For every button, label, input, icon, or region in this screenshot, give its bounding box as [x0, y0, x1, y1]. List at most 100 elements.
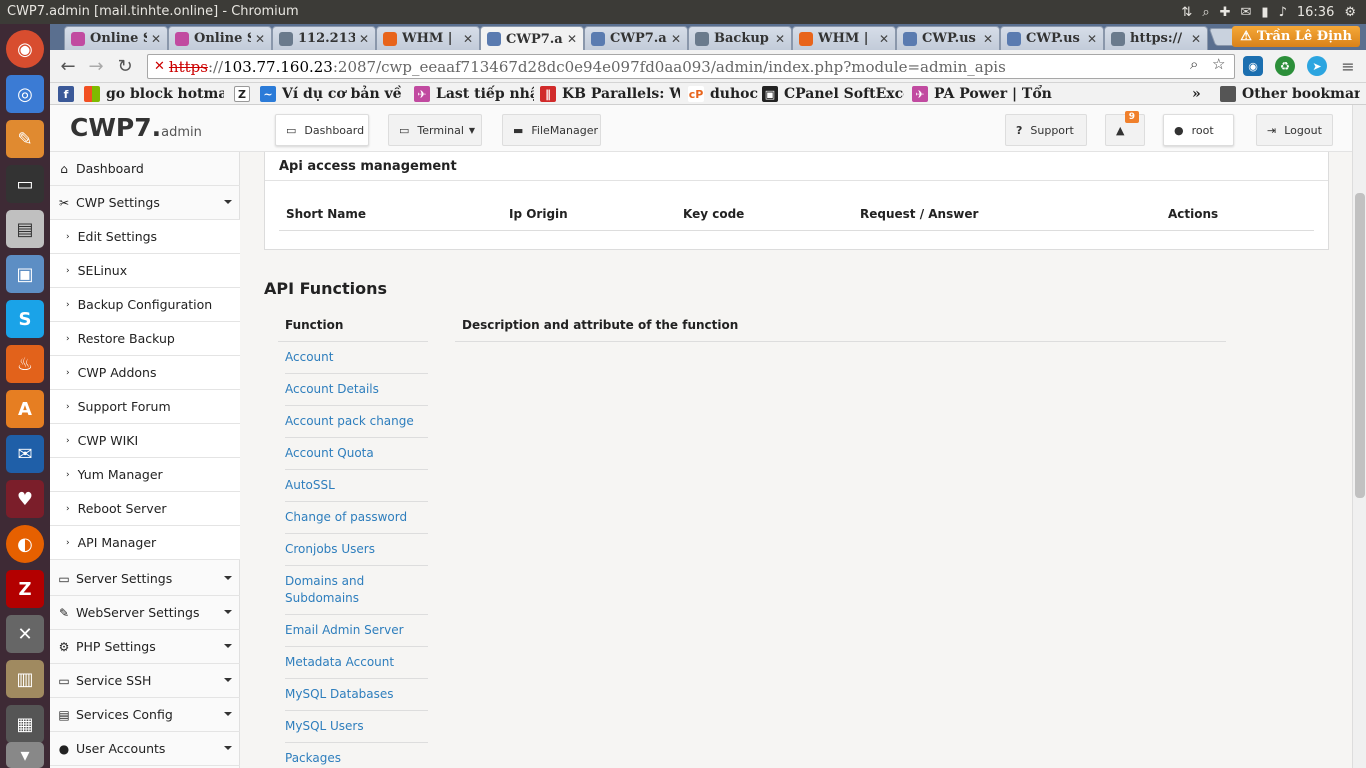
- terminal-button[interactable]: ▭ Terminal ▼: [388, 114, 482, 146]
- settings-gear-icon[interactable]: ⚙: [1344, 5, 1356, 20]
- api-function-link[interactable]: MySQL Databases: [285, 679, 428, 711]
- bookmark-item[interactable]: ✈PA Power | Tổng c: [912, 85, 1052, 103]
- files-icon[interactable]: ▤: [6, 210, 44, 248]
- scrollbar-thumb[interactable]: [1355, 193, 1365, 498]
- ubuntu-dash-icon[interactable]: ◉: [6, 30, 44, 68]
- tab-close-icon[interactable]: ✕: [151, 32, 161, 46]
- search-icon[interactable]: ⌕: [1202, 5, 1209, 20]
- bookmark-item[interactable]: cP duhoc: [688, 85, 758, 103]
- firefox-icon[interactable]: ◐: [6, 525, 44, 563]
- app-indicator-icon[interactable]: ✚: [1220, 5, 1231, 20]
- sidebar-subitem[interactable]: › Support Forum: [50, 390, 240, 424]
- api-function-link[interactable]: Cronjobs Users: [285, 534, 428, 566]
- bookmark-facebook[interactable]: f: [58, 85, 78, 103]
- wine-icon[interactable]: ♥: [6, 480, 44, 518]
- sidebar-subitem[interactable]: › CWP WIKI: [50, 424, 240, 458]
- tab-close-icon[interactable]: ✕: [567, 32, 577, 46]
- trash-icon[interactable]: ▾: [6, 742, 44, 768]
- archive-icon[interactable]: ▥: [6, 660, 44, 698]
- sidebar-subitem[interactable]: › Backup Configuration: [50, 288, 240, 322]
- telegram-icon[interactable]: ➤: [1307, 56, 1327, 76]
- sidebar-item-user-accounts[interactable]: ● User Accounts: [50, 732, 240, 766]
- software-center-icon[interactable]: A: [6, 390, 44, 428]
- profile-chip[interactable]: ⚠ Trần Lê Định: [1232, 26, 1360, 47]
- thunderbird-icon[interactable]: ✉: [6, 435, 44, 473]
- sidebar-subitem[interactable]: › Reboot Server: [50, 492, 240, 526]
- remote-desktop-icon[interactable]: ▣: [6, 255, 44, 293]
- api-function-link[interactable]: Account pack change: [285, 406, 428, 438]
- sidebar-subitem[interactable]: › Restore Backup: [50, 322, 240, 356]
- user-menu-button[interactable]: ● root: [1163, 114, 1234, 146]
- chromium-icon[interactable]: ◎: [6, 75, 44, 113]
- tab[interactable]: CWP.us ✕: [896, 26, 1000, 50]
- sidebar-item-service-ssh[interactable]: ▭ Service SSH: [50, 664, 240, 698]
- extension-icon[interactable]: ◉: [1243, 56, 1263, 76]
- tab[interactable]: 112.213 ✕: [272, 26, 376, 50]
- flame-app-icon[interactable]: ♨: [6, 345, 44, 383]
- api-function-link[interactable]: MySQL Users: [285, 711, 428, 743]
- notifications-button[interactable]: ▲ 9: [1105, 111, 1145, 146]
- sidebar-item-php-settings[interactable]: ⚙ PHP Settings: [50, 630, 240, 664]
- sidebar-item-server-settings[interactable]: ▭ Server Settings: [50, 562, 240, 596]
- clock[interactable]: 16:36: [1297, 5, 1334, 20]
- filezilla-icon[interactable]: Z: [6, 570, 44, 608]
- bookmark-item[interactable]: ∥KB Parallels: Wh: [540, 85, 680, 103]
- api-function-link[interactable]: Packages: [285, 743, 428, 768]
- dashboard-button[interactable]: ▭ Dashboard: [275, 114, 369, 146]
- api-function-link[interactable]: Domains and Subdomains: [285, 566, 428, 615]
- network-icon[interactable]: ⇅: [1181, 5, 1192, 20]
- sidebar-subitem[interactable]: › Edit Settings: [50, 220, 240, 254]
- bookmark-star-icon[interactable]: ☆: [1212, 55, 1225, 73]
- cwp-logo[interactable]: CWP7.admin: [70, 113, 202, 142]
- mail-icon[interactable]: ✉: [1241, 5, 1252, 20]
- support-button[interactable]: ? Support: [1005, 114, 1087, 146]
- tab[interactable]: Online S ✕: [168, 26, 272, 50]
- logout-button[interactable]: ⇥ Logout: [1256, 114, 1333, 146]
- battery-icon[interactable]: ▮: [1261, 5, 1268, 20]
- tab-close-icon[interactable]: ✕: [359, 32, 369, 46]
- api-function-link[interactable]: Account: [285, 342, 428, 374]
- filemanager-button[interactable]: ▬ FileManager: [502, 114, 601, 146]
- tab-close-icon[interactable]: ✕: [775, 32, 785, 46]
- tab[interactable]: Backup ✕: [688, 26, 792, 50]
- reload-icon[interactable]: ↻: [115, 56, 135, 77]
- tab-close-icon[interactable]: ✕: [463, 32, 473, 46]
- api-function-link[interactable]: Metadata Account: [285, 647, 428, 679]
- sidebar-subitem[interactable]: › CWP Addons: [50, 356, 240, 390]
- insecure-lock-icon[interactable]: ✕: [154, 59, 165, 74]
- zoom-search-icon[interactable]: ⌕: [1190, 55, 1198, 73]
- bookmark-item[interactable]: ▣CPanel SoftExcep: [762, 85, 904, 103]
- address-bar[interactable]: ✕ https://103.77.160.23:2087/cwp_eeaaf71…: [147, 54, 1235, 79]
- bookmark-item[interactable]: ~Ví dụ cơ bản về lệ: [260, 85, 404, 103]
- terminal-icon[interactable]: ▭: [6, 165, 44, 203]
- sidebar-subitem[interactable]: › Yum Manager: [50, 458, 240, 492]
- skype-icon[interactable]: S: [6, 300, 44, 338]
- page-scrollbar[interactable]: [1352, 105, 1366, 768]
- forward-icon[interactable]: →: [86, 56, 106, 77]
- tab[interactable]: https://✕: [1104, 26, 1208, 50]
- tab-close-icon[interactable]: ✕: [1191, 32, 1201, 46]
- workspace-icon[interactable]: ▦: [6, 705, 44, 743]
- api-function-link[interactable]: AutoSSL: [285, 470, 428, 502]
- tab-close-icon[interactable]: ✕: [879, 32, 889, 46]
- tab-close-icon[interactable]: ✕: [255, 32, 265, 46]
- text-editor-icon[interactable]: ✎: [6, 120, 44, 158]
- api-function-link[interactable]: Account Quota: [285, 438, 428, 470]
- bookmark-item[interactable]: ✈Last tiếp nhận: [414, 85, 534, 103]
- sidebar-item-services-config[interactable]: ▤ Services Config: [50, 698, 240, 732]
- menu-icon[interactable]: ≡: [1338, 56, 1358, 76]
- api-function-link[interactable]: Email Admin Server: [285, 615, 428, 647]
- bookmarks-overflow-button[interactable]: »: [1192, 85, 1208, 103]
- tab[interactable]: WHM | ✕: [376, 26, 480, 50]
- back-icon[interactable]: ←: [58, 56, 78, 77]
- api-function-link[interactable]: Change of password: [285, 502, 428, 534]
- tab[interactable]: Online S ✕: [64, 26, 168, 50]
- sidebar-subitem[interactable]: › SELinux: [50, 254, 240, 288]
- api-function-link[interactable]: Account Details: [285, 374, 428, 406]
- other-bookmarks[interactable]: Other bookmarks: [1220, 85, 1360, 103]
- tab-close-icon[interactable]: ✕: [983, 32, 993, 46]
- tab-close-icon[interactable]: ✕: [1087, 32, 1097, 46]
- bookmark-zing[interactable]: Z: [234, 85, 254, 103]
- volume-icon[interactable]: ♪: [1279, 5, 1287, 20]
- sidebar-item-cwp-settings[interactable]: ✂ CWP Settings: [50, 186, 240, 220]
